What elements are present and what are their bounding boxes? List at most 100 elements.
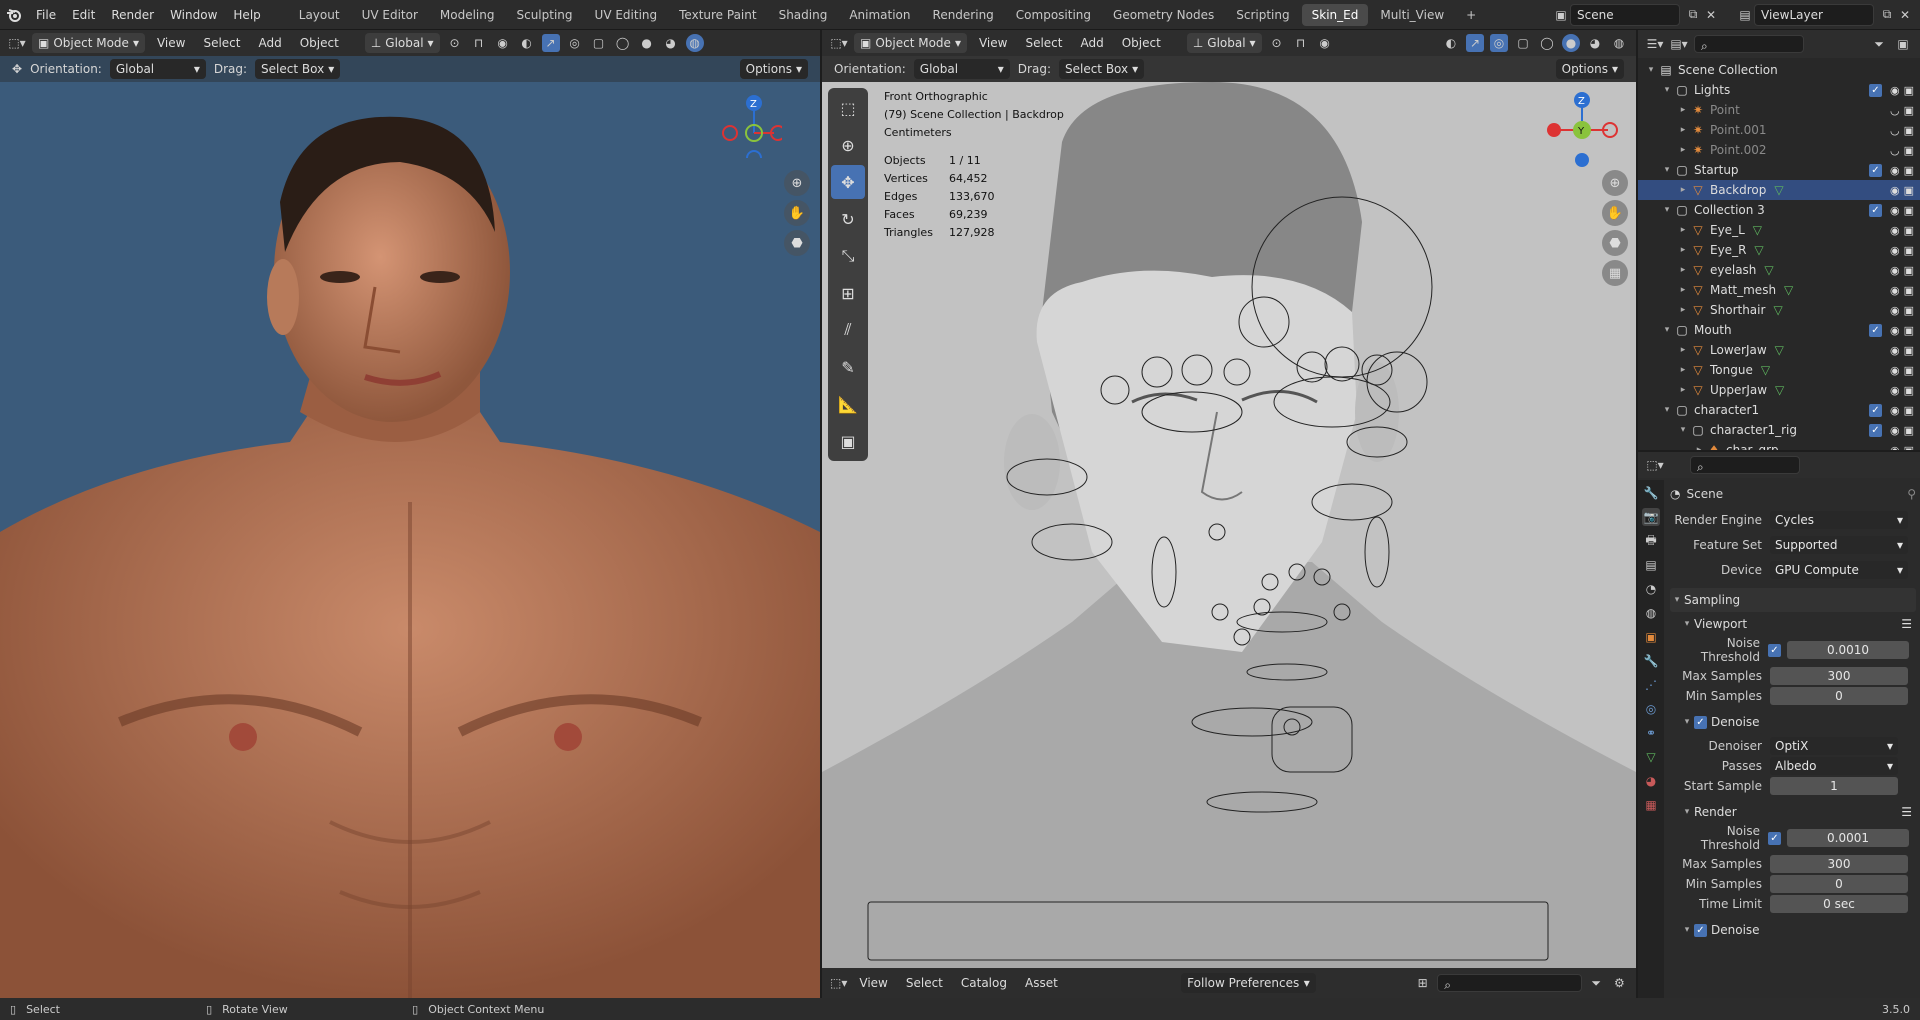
zoom-icon[interactable]: ⊕ <box>1602 170 1628 196</box>
pan-hand-icon[interactable]: ✋ <box>784 200 810 226</box>
asset-menu-asset[interactable]: Asset <box>1019 970 1064 996</box>
presets-list-icon[interactable]: ☰ <box>1901 805 1912 819</box>
denoiser-dropdown[interactable]: OptiX ▾ <box>1770 737 1898 755</box>
render-camera-icon[interactable]: ▣ <box>1904 264 1914 277</box>
expand-arrow-down-icon[interactable]: ▾ <box>1660 405 1674 415</box>
expand-arrow-down-icon[interactable]: ▾ <box>1660 165 1674 175</box>
material-shading-icon[interactable]: ◕ <box>662 34 680 52</box>
r-max-field[interactable]: 300 <box>1770 855 1908 873</box>
workspace-tab-uv-editing[interactable]: UV Editing <box>585 4 668 26</box>
blender-logo-icon[interactable] <box>0 0 28 30</box>
render-camera-icon[interactable]: ▣ <box>1904 84 1914 97</box>
render-camera-icon[interactable]: ▣ <box>1904 144 1914 157</box>
vp-max-field[interactable]: 300 <box>1770 667 1908 685</box>
workspace-tab-uv-editor[interactable]: UV Editor <box>352 4 428 26</box>
snap-icon[interactable]: ⊓ <box>470 34 488 52</box>
outliner-item-point-002[interactable]: ▸ ✷ Point.002 ◡ ▣ <box>1638 140 1920 160</box>
r-noise-checkbox[interactable]: ✓ <box>1768 831 1781 845</box>
expand-arrow-right-icon[interactable]: ▸ <box>1676 285 1690 295</box>
render-camera-icon[interactable]: ▣ <box>1904 164 1914 177</box>
eye-icon[interactable]: ◉ <box>1890 224 1900 237</box>
measure-tool-icon[interactable]: 📐 <box>831 387 865 421</box>
menu-edit[interactable]: Edit <box>64 0 103 30</box>
render-camera-icon[interactable]: ▣ <box>1904 324 1914 337</box>
r-denoise-subpanel-header[interactable]: ▾ ✓ Denoise <box>1670 918 1916 942</box>
exclude-checkbox[interactable]: ✓ <box>1868 83 1882 97</box>
snap-icon[interactable]: ⊓ <box>1292 34 1310 52</box>
presets-list-icon[interactable]: ☰ <box>1901 617 1912 631</box>
overlay-icon[interactable]: ◎ <box>1490 34 1508 52</box>
render-camera-icon[interactable]: ▣ <box>1904 184 1914 197</box>
left-drag-dropdown[interactable]: Select Box ▾ <box>255 59 341 79</box>
right-navigation-gizmo[interactable]: ZY <box>1542 88 1622 172</box>
solid-shading-icon[interactable]: ● <box>1562 34 1580 52</box>
workspace-tab-animation[interactable]: Animation <box>839 4 920 26</box>
time-limit-field[interactable]: 0 sec <box>1770 895 1908 913</box>
left-transform-orientation[interactable]: ⊥ Global ▾ <box>364 33 440 53</box>
right-menu-view[interactable]: View <box>973 30 1013 56</box>
render-camera-icon[interactable]: ▣ <box>1904 284 1914 297</box>
rendered-shading-icon[interactable]: ◍ <box>685 34 704 52</box>
r-noise-field[interactable]: 0.0001 <box>1787 829 1909 847</box>
vp-denoise-subpanel-header[interactable]: ▾ ✓ Denoise <box>1670 710 1916 734</box>
workspace-tab-rendering[interactable]: Rendering <box>923 4 1004 26</box>
viewport-subpanel-header[interactable]: ▾ Viewport ☰ <box>1670 612 1916 636</box>
particles-tab-icon[interactable]: ⋰ <box>1642 676 1660 694</box>
visibility-icon[interactable]: ◐ <box>518 34 536 52</box>
outliner-item-upperjaw[interactable]: ▸ ▽ UpperJaw ▽ ◉ ▣ <box>1638 380 1920 400</box>
annotate-tool-icon[interactable]: ⫽ <box>831 313 865 347</box>
cursor-tool-icon[interactable]: ⊕ <box>831 128 865 162</box>
visibility-icon[interactable]: ◐ <box>1442 34 1460 52</box>
mesh-data-icon[interactable]: ▽ <box>1773 303 1782 317</box>
right-drag-dropdown[interactable]: Select Box ▾ <box>1058 59 1145 79</box>
new-scene-icon[interactable]: ⧉ <box>1684 6 1702 24</box>
transform-tool-icon[interactable]: ⊞ <box>831 276 865 310</box>
data-tab-icon[interactable]: ▽ <box>1642 748 1660 766</box>
mesh-data-icon[interactable]: ▽ <box>1754 243 1763 257</box>
wireframe-shading-icon[interactable]: ◯ <box>614 34 632 52</box>
tool-tab-icon[interactable]: 🔧 <box>1642 484 1660 502</box>
render-camera-icon[interactable]: ▣ <box>1904 204 1914 217</box>
render-camera-icon[interactable]: ▣ <box>1904 304 1914 317</box>
mesh-data-icon[interactable]: ▽ <box>1764 263 1773 277</box>
device-dropdown[interactable]: GPU Compute ▾ <box>1770 561 1908 579</box>
right-menu-select[interactable]: Select <box>1019 30 1068 56</box>
outliner-item-backdrop[interactable]: ▸ ▽ Backdrop ▽ ◉ ▣ <box>1638 180 1920 200</box>
wireframe-shading-icon[interactable]: ◯ <box>1538 34 1556 52</box>
workspace-tab-shading[interactable]: Shading <box>769 4 838 26</box>
render-engine-dropdown[interactable]: Cycles ▾ <box>1770 511 1908 529</box>
workspace-tab-texture-paint[interactable]: Texture Paint <box>669 4 766 26</box>
constraints-tab-icon[interactable]: ⚭ <box>1642 724 1660 742</box>
right-menu-add[interactable]: Add <box>1074 30 1109 56</box>
outliner-item-collection-3[interactable]: ▾ ▢ Collection 3 ✓ ◉ ▣ <box>1638 200 1920 220</box>
material-tab-icon[interactable]: ◕ <box>1642 772 1660 790</box>
eye-icon[interactable]: ◉ <box>1890 344 1900 357</box>
passes-dropdown[interactable]: Albedo ▾ <box>1770 757 1898 775</box>
menu-render[interactable]: Render <box>103 0 162 30</box>
left-menu-object[interactable]: Object <box>294 30 345 56</box>
eye-icon[interactable]: ◉ <box>1890 244 1900 257</box>
render-subpanel-header[interactable]: ▾ Render ☰ <box>1670 800 1916 824</box>
mesh-data-icon[interactable]: ▽ <box>1761 363 1770 377</box>
rendered-shading-icon[interactable]: ◍ <box>1610 34 1628 52</box>
outliner-search-input[interactable]: ⌕ <box>1694 35 1804 53</box>
vp-noise-checkbox[interactable]: ✓ <box>1768 643 1781 657</box>
render-camera-icon[interactable]: ▣ <box>1904 124 1914 137</box>
mesh-data-icon[interactable]: ▽ <box>1753 223 1762 237</box>
follow-preferences-dropdown[interactable]: Follow Preferences ▾ <box>1181 973 1316 993</box>
object-tab-icon[interactable]: ▣ <box>1642 628 1660 646</box>
expand-arrow-down-icon[interactable]: ▾ <box>1660 85 1674 95</box>
eye-icon[interactable]: ◉ <box>1890 364 1900 377</box>
texture-tab-icon[interactable]: ▦ <box>1642 796 1660 814</box>
delete-scene-icon[interactable]: ✕ <box>1702 6 1720 24</box>
left-menu-select[interactable]: Select <box>197 30 246 56</box>
outliner-item-shorthair[interactable]: ▸ ▽ Shorthair ▽ ◉ ▣ <box>1638 300 1920 320</box>
mesh-data-icon[interactable]: ▽ <box>1775 343 1784 357</box>
eye-icon[interactable]: ◉ <box>1890 184 1900 197</box>
new-view-layer-icon[interactable]: ⧉ <box>1878 6 1896 24</box>
menu-window[interactable]: Window <box>162 0 225 30</box>
pin-icon[interactable]: ⚲ <box>1907 487 1916 501</box>
asset-menu-catalog[interactable]: Catalog <box>955 970 1013 996</box>
right-options-dropdown[interactable]: Options ▾ <box>1555 59 1624 79</box>
menu-file[interactable]: File <box>28 0 64 30</box>
